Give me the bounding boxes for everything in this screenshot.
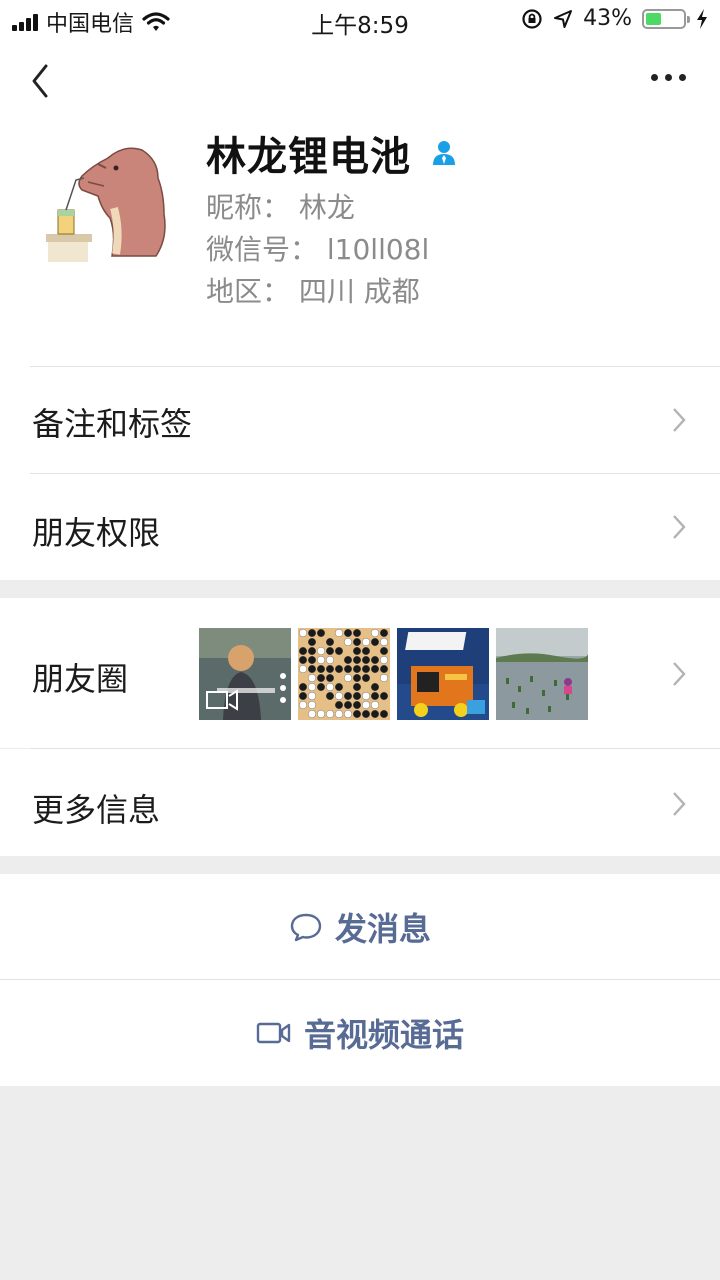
more-info-row[interactable]: 更多信息 <box>0 749 720 856</box>
av-call-button[interactable]: 音视频通话 <box>0 980 720 1086</box>
battery-icon <box>642 8 690 29</box>
charging-bolt-icon <box>697 8 707 29</box>
video-camera-icon <box>256 1022 291 1044</box>
moments-thumbnail-go-board[interactable] <box>298 628 390 720</box>
name-row: 林龙锂电池 <box>206 124 459 182</box>
avatar[interactable] <box>46 138 172 264</box>
moments-label: 朋友圈 <box>32 660 129 698</box>
profile-header: 林龙锂电池 昵称： 林龙 微信号： l10ll08l 地区： 四川 成都 <box>0 118 720 318</box>
verified-user-icon <box>433 141 455 165</box>
friend-permissions-label: 朋友权限 <box>32 514 161 552</box>
send-message-label: 发消息 <box>334 909 431 948</box>
location-arrow-icon <box>554 9 573 28</box>
chevron-right-icon <box>673 408 686 432</box>
nav-bar <box>0 48 720 112</box>
moments-thumbnail-video[interactable] <box>199 628 291 720</box>
back-chevron-icon[interactable] <box>26 62 56 102</box>
friend-permissions-row[interactable]: 朋友权限 <box>0 474 720 580</box>
status-bar: 中国电信 上午8:59 43% <box>0 0 720 40</box>
wechat-id-text: 微信号： l10ll08l <box>206 233 430 266</box>
status-right: 43% <box>521 6 708 31</box>
moments-thumbnails <box>199 628 588 720</box>
orientation-lock-icon <box>522 8 542 29</box>
notes-tags-label: 备注和标签 <box>32 405 193 443</box>
chat-bubble-icon <box>290 913 322 941</box>
moments-thumbnail-generator[interactable] <box>397 628 489 720</box>
moments-row[interactable]: 朋友圈 <box>0 598 720 748</box>
notes-tags-row[interactable]: 备注和标签 <box>0 367 720 473</box>
chevron-right-icon <box>673 792 686 816</box>
more-info-label: 更多信息 <box>32 791 161 829</box>
contact-name: 林龙锂电池 <box>206 134 411 180</box>
battery-fill <box>646 12 661 25</box>
more-options-icon[interactable] <box>651 74 686 81</box>
moments-thumbnail-rice-field[interactable] <box>496 628 588 720</box>
nickname-text: 昵称： 林龙 <box>206 191 355 224</box>
send-message-button[interactable]: 发消息 <box>0 874 720 979</box>
av-call-label: 音视频通话 <box>303 1016 464 1054</box>
chevron-right-icon <box>673 515 686 539</box>
chevron-right-icon <box>673 662 686 686</box>
battery-percent: 43% <box>583 6 632 31</box>
region-text: 地区： 四川 成都 <box>206 275 420 308</box>
